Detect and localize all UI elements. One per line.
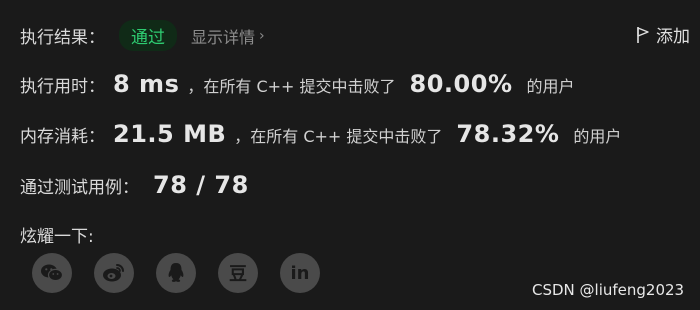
tests-value: 78 / 78 xyxy=(153,171,249,199)
share-qq-button[interactable] xyxy=(156,253,196,293)
flag-icon xyxy=(636,26,650,44)
add-note-label: 添加 xyxy=(656,27,690,47)
show-details-link[interactable]: 显示详情 › xyxy=(191,24,265,48)
share-row: 炫耀一下: xyxy=(20,222,94,247)
runtime-percent: 80.00% xyxy=(409,70,513,98)
runtime-beat-text: ，在所有 C++ 提交中击败了 xyxy=(187,77,396,96)
runtime-row: 执行用时： 8 ms ，在所有 C++ 提交中击败了 80.00% 的用户 xyxy=(20,70,575,98)
add-note-button[interactable]: 添加 xyxy=(636,22,690,47)
result-label: 执行结果： xyxy=(20,28,105,48)
memory-label: 内存消耗： xyxy=(20,127,105,147)
memory-beat-text: ，在所有 C++ 提交中击败了 xyxy=(234,127,443,146)
linkedin-icon: in xyxy=(290,262,310,284)
csdn-watermark: CSDN @liufeng2023 xyxy=(532,281,685,299)
weibo-icon xyxy=(102,262,126,284)
douban-icon: 豆 xyxy=(229,264,247,285)
share-label: 炫耀一下: xyxy=(20,227,94,247)
result-row: 执行结果： 通过 显示详情 › xyxy=(20,20,265,51)
runtime-label: 执行用时： xyxy=(20,77,105,97)
share-wechat-button[interactable] xyxy=(32,253,72,293)
qq-icon xyxy=(166,262,186,284)
wechat-icon xyxy=(40,263,64,283)
memory-row: 内存消耗： 21.5 MB ，在所有 C++ 提交中击败了 78.32% 的用户 xyxy=(20,120,621,148)
share-douban-button[interactable]: 豆 xyxy=(218,253,258,293)
runtime-value: 8 ms xyxy=(113,70,180,98)
tests-label: 通过测试用例： xyxy=(20,178,139,198)
share-linkedin-button[interactable]: in xyxy=(280,253,320,293)
chevron-right-icon: › xyxy=(259,27,265,44)
memory-value: 21.5 MB xyxy=(113,120,227,148)
memory-percent: 78.32% xyxy=(456,120,560,148)
memory-suffix: 的用户 xyxy=(573,127,622,146)
share-weibo-button[interactable] xyxy=(94,253,134,293)
runtime-suffix: 的用户 xyxy=(526,77,575,96)
share-buttons: 豆 in xyxy=(32,253,342,293)
status-badge: 通过 xyxy=(119,20,177,51)
show-details-label: 显示详情 xyxy=(191,27,256,47)
tests-row: 通过测试用例： 78 / 78 xyxy=(20,171,249,199)
